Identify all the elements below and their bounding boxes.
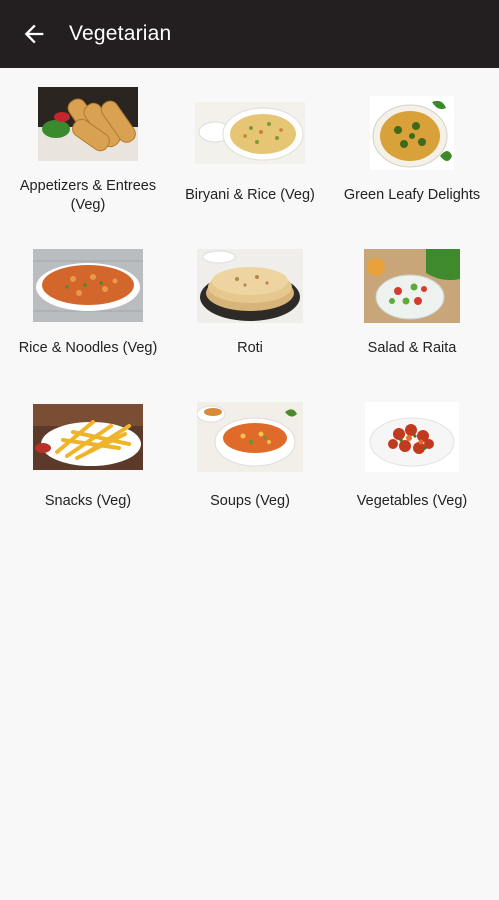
spring-rolls-image [38, 87, 138, 161]
noodles-image [33, 249, 143, 322]
category-tile-roti[interactable]: Roti [167, 233, 333, 386]
vegetables-image [365, 402, 459, 472]
page-title: Vegetarian [69, 22, 172, 45]
category-tile-green-leafy[interactable]: Green Leafy Delights [329, 80, 495, 233]
category-label: Salad & Raita [367, 340, 457, 356]
fries-image [33, 404, 143, 470]
app-bar: Vegetarian [0, 0, 499, 68]
category-label: Appetizers & Entrees (Veg) [19, 178, 157, 213]
salad-image [364, 249, 460, 323]
category-tile-biryani[interactable]: Biryani & Rice (Veg) [167, 80, 333, 233]
category-tile-rice-noodles[interactable]: Rice & Noodles (Veg) [5, 233, 171, 386]
category-label: Green Leafy Delights [343, 187, 481, 203]
category-label: Vegetables (Veg) [356, 493, 468, 509]
roti-image [197, 249, 303, 323]
category-label: Soups (Veg) [210, 493, 290, 509]
category-tile-snacks[interactable]: Snacks (Veg) [5, 386, 171, 539]
category-label: Snacks (Veg) [44, 493, 132, 509]
biryani-image [195, 102, 305, 164]
leafy-curry-image [370, 96, 454, 170]
category-label: Roti [237, 340, 263, 356]
category-label: Biryani & Rice (Veg) [185, 187, 315, 203]
category-tile-soups[interactable]: Soups (Veg) [167, 386, 333, 539]
category-tile-vegetables[interactable]: Vegetables (Veg) [329, 386, 495, 539]
soup-image [197, 402, 303, 472]
category-tile-appetizers[interactable]: Appetizers & Entrees (Veg) [5, 80, 171, 233]
category-label: Rice & Noodles (Veg) [18, 340, 158, 356]
category-tile-salad-raita[interactable]: Salad & Raita [329, 233, 495, 386]
arrow-left-icon[interactable] [20, 20, 48, 48]
